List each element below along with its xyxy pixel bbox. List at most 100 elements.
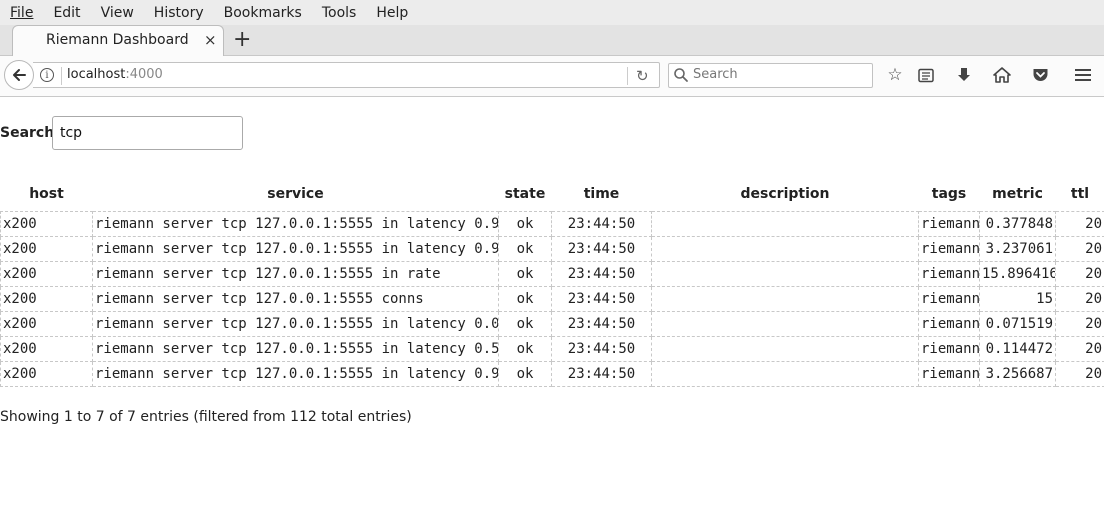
- cell-state: ok: [498, 286, 552, 312]
- cell-state: ok: [498, 336, 552, 362]
- download-icon[interactable]: [954, 65, 974, 85]
- menu-view[interactable]: View: [91, 5, 144, 21]
- home-icon[interactable]: [992, 65, 1012, 85]
- search-bar[interactable]: Search: [668, 63, 873, 88]
- table-row[interactable]: x200 riemann server tcp 127.0.0.1:5555 i…: [0, 311, 1104, 337]
- cell-description: [651, 261, 919, 287]
- cell-description: [651, 311, 919, 337]
- cell-tags: riemann: [918, 311, 980, 337]
- cell-description: [651, 211, 919, 237]
- cell-tags: riemann: [918, 361, 980, 387]
- cell-state: ok: [498, 261, 552, 287]
- cell-time: 23:44:50: [551, 311, 652, 337]
- hamburger-menu-icon[interactable]: [1073, 65, 1093, 85]
- cell-metric: 0.377848: [979, 211, 1056, 237]
- col-time-header[interactable]: time: [552, 183, 652, 205]
- cell-host: x200: [0, 211, 93, 237]
- cell-tags: riemann: [918, 336, 980, 362]
- cell-time: 23:44:50: [551, 261, 652, 287]
- cell-description: [651, 286, 919, 312]
- tab-title: Riemann Dashboard: [46, 32, 189, 48]
- reload-icon[interactable]: ↻: [636, 67, 649, 85]
- col-service-header[interactable]: service: [93, 183, 499, 205]
- cell-service: riemann server tcp 127.0.0.1:5555 in lat…: [92, 311, 499, 337]
- menu-help[interactable]: Help: [366, 5, 418, 21]
- info-icon[interactable]: i: [40, 68, 54, 82]
- menu-edit[interactable]: Edit: [43, 5, 90, 21]
- table-info: Showing 1 to 7 of 7 entries (filtered fr…: [0, 409, 412, 425]
- cell-metric: 0.114472: [979, 336, 1056, 362]
- menu-bookmarks[interactable]: Bookmarks: [214, 5, 312, 21]
- search-icon: [674, 68, 688, 82]
- url-bar[interactable]: i localhost:4000 ↻: [33, 62, 660, 88]
- cell-ttl: 20: [1055, 361, 1104, 387]
- cell-state: ok: [498, 211, 552, 237]
- cell-ttl: 20: [1055, 311, 1104, 337]
- cell-state: ok: [498, 311, 552, 337]
- menu-history[interactable]: History: [144, 5, 214, 21]
- reading-list-icon[interactable]: [916, 65, 936, 85]
- cell-description: [651, 336, 919, 362]
- table-row[interactable]: x200 riemann server tcp 127.0.0.1:5555 i…: [0, 261, 1104, 287]
- star-icon[interactable]: ☆: [885, 65, 905, 85]
- cell-time: 23:44:50: [551, 211, 652, 237]
- col-ttl-header[interactable]: ttl: [1056, 183, 1104, 205]
- cell-service: riemann server tcp 127.0.0.1:5555 in lat…: [92, 336, 499, 362]
- cell-service: riemann server tcp 127.0.0.1:5555 in rat…: [92, 261, 499, 287]
- url-text[interactable]: localhost:4000: [67, 67, 163, 82]
- cell-time: 23:44:50: [551, 336, 652, 362]
- table-header-row: host service state time description tags…: [1, 183, 1104, 205]
- cell-metric: 3.237061: [979, 236, 1056, 262]
- cell-host: x200: [0, 336, 93, 362]
- cell-host: x200: [0, 361, 93, 387]
- cell-ttl: 20: [1055, 261, 1104, 287]
- table-row[interactable]: x200 riemann server tcp 127.0.0.1:5555 i…: [0, 211, 1104, 237]
- cell-time: 23:44:50: [551, 286, 652, 312]
- menu-file[interactable]: File: [0, 5, 43, 21]
- cell-service: riemann server tcp 127.0.0.1:5555 in lat…: [92, 236, 499, 262]
- cell-host: x200: [0, 286, 93, 312]
- tab-strip: Riemann Dashboard × +: [0, 25, 1104, 56]
- pocket-icon[interactable]: [1030, 65, 1050, 85]
- cell-description: [651, 236, 919, 262]
- cell-tags: riemann: [918, 261, 980, 287]
- cell-service: riemann server tcp 127.0.0.1:5555 in lat…: [92, 361, 499, 387]
- col-metric-header[interactable]: metric: [980, 183, 1056, 205]
- cell-ttl: 20: [1055, 211, 1104, 237]
- tab-riemann-dashboard[interactable]: Riemann Dashboard ×: [12, 25, 224, 56]
- col-description-header[interactable]: description: [652, 183, 919, 205]
- cell-ttl: 20: [1055, 236, 1104, 262]
- close-tab-icon[interactable]: ×: [204, 31, 217, 49]
- table-row[interactable]: x200 riemann server tcp 127.0.0.1:5555 i…: [0, 236, 1104, 262]
- col-host-header[interactable]: host: [1, 183, 93, 205]
- back-button[interactable]: [4, 60, 34, 90]
- cell-tags: riemann: [918, 286, 980, 312]
- cell-service: riemann server tcp 127.0.0.1:5555 conns: [92, 286, 499, 312]
- cell-metric: 15.896416: [979, 261, 1056, 287]
- cell-tags: riemann: [918, 211, 980, 237]
- page-content: Search: host service state time descript…: [0, 97, 1104, 529]
- cell-description: [651, 361, 919, 387]
- cell-host: x200: [0, 236, 93, 262]
- cell-host: x200: [0, 311, 93, 337]
- cell-service: riemann server tcp 127.0.0.1:5555 in lat…: [92, 211, 499, 237]
- url-divider: [61, 67, 62, 85]
- table-row[interactable]: x200 riemann server tcp 127.0.0.1:5555 i…: [0, 336, 1104, 362]
- cell-metric: 15: [979, 286, 1056, 312]
- reload-divider: [627, 67, 628, 85]
- col-state-header[interactable]: state: [499, 183, 552, 205]
- new-tab-button[interactable]: +: [233, 28, 251, 52]
- search-input[interactable]: [52, 116, 243, 150]
- table-row[interactable]: x200 riemann server tcp 127.0.0.1:5555 i…: [0, 361, 1104, 387]
- table-row[interactable]: x200 riemann server tcp 127.0.0.1:5555 c…: [0, 286, 1104, 312]
- search-label: Search:: [0, 125, 60, 141]
- cell-state: ok: [498, 361, 552, 387]
- cell-ttl: 20: [1055, 286, 1104, 312]
- cell-time: 23:44:50: [551, 361, 652, 387]
- col-tags-header[interactable]: tags: [919, 183, 980, 205]
- cell-ttl: 20: [1055, 336, 1104, 362]
- menubar: File Edit View History Bookmarks Tools H…: [0, 0, 1104, 25]
- cell-state: ok: [498, 236, 552, 262]
- menu-tools[interactable]: Tools: [312, 5, 367, 21]
- navigation-bar: i localhost:4000 ↻ Search ☆: [0, 56, 1104, 97]
